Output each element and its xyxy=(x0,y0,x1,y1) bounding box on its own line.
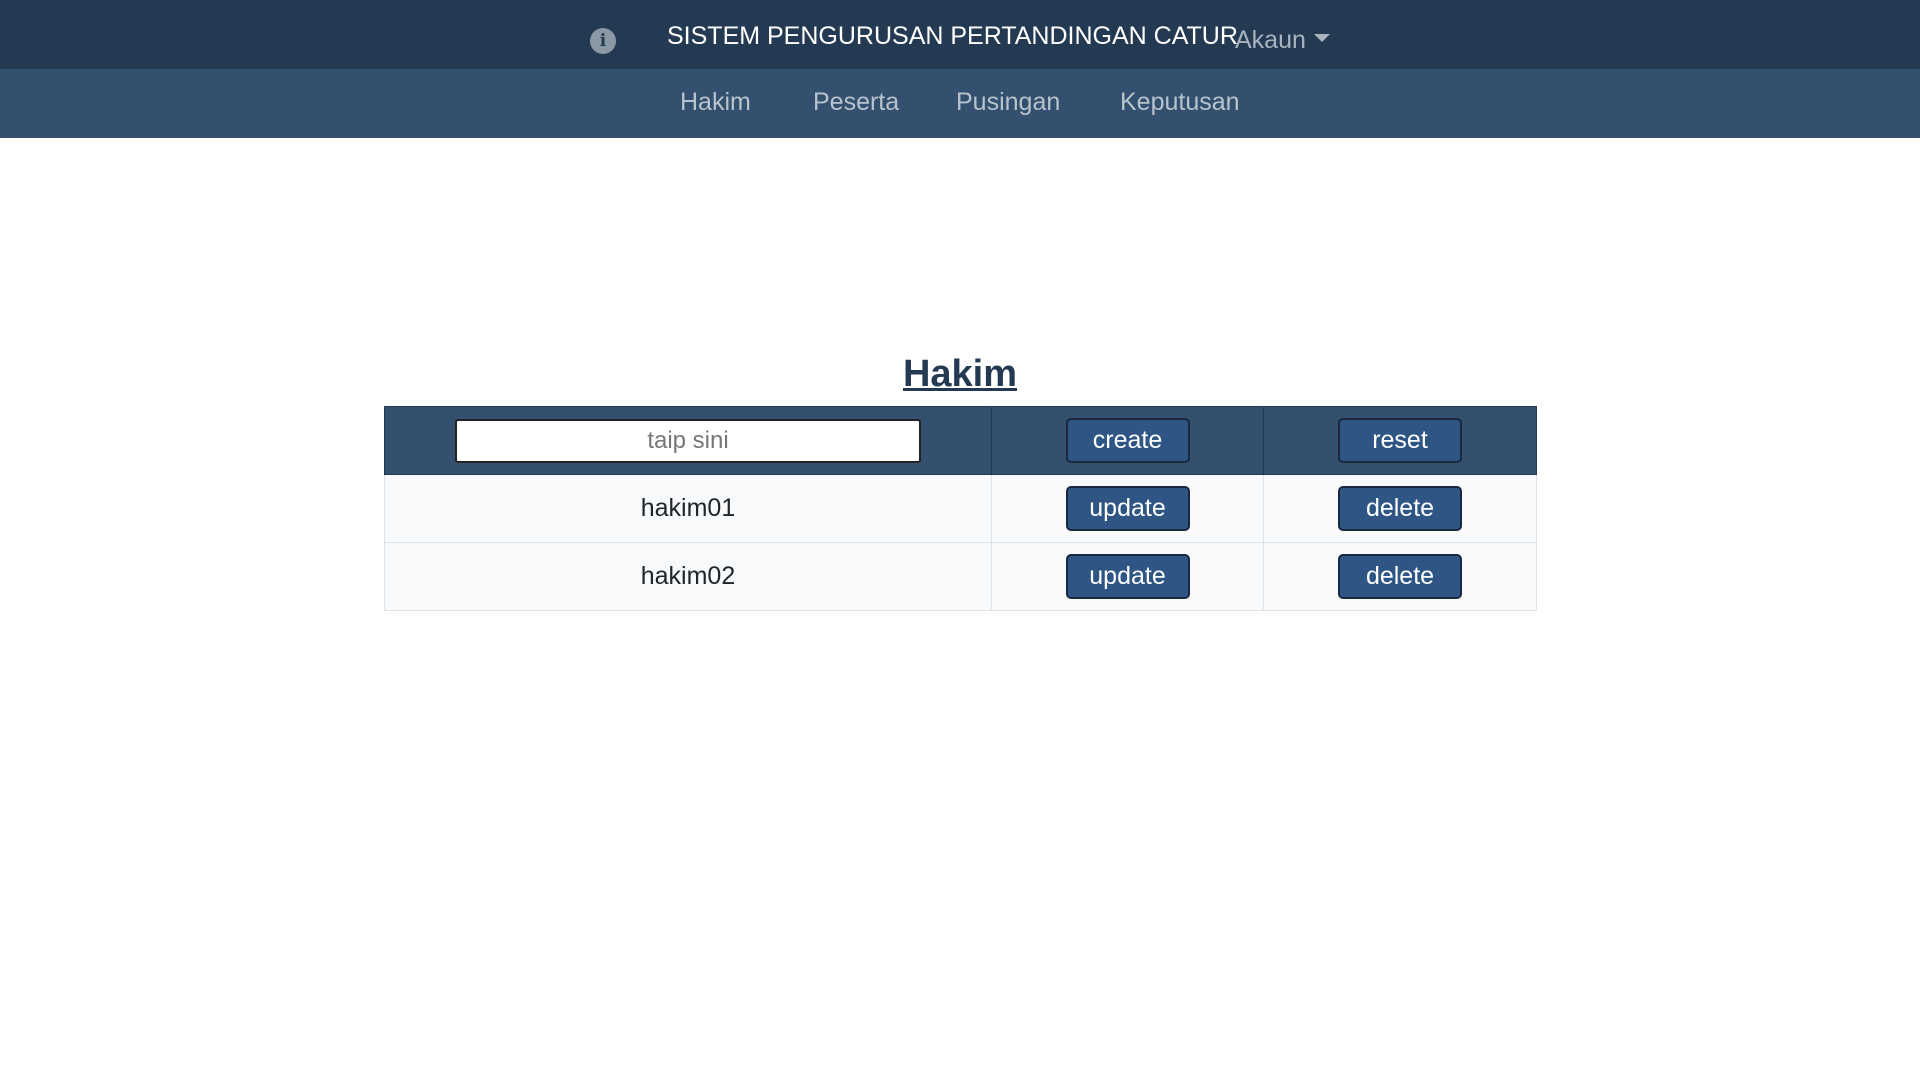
hakim-table: create reset hakim01 update delete hakim… xyxy=(384,406,1537,611)
delete-cell: delete xyxy=(1263,474,1537,543)
app-title[interactable]: SISTEM PENGURUSAN PERTANDINGAN CATUR xyxy=(667,20,1238,52)
nav-item-peserta[interactable]: Peserta xyxy=(813,86,899,118)
reset-button[interactable]: reset xyxy=(1338,418,1462,463)
info-circle-icon[interactable]: i xyxy=(590,28,616,54)
delete-cell: delete xyxy=(1263,542,1537,611)
update-button[interactable]: update xyxy=(1065,486,1190,531)
reset-cell: reset xyxy=(1263,406,1537,475)
nav-item-pusingan[interactable]: Pusingan xyxy=(956,86,1060,118)
create-cell: create xyxy=(991,406,1264,475)
row-name: hakim02 xyxy=(384,542,992,611)
delete-button[interactable]: delete xyxy=(1338,554,1462,599)
page-title: Hakim xyxy=(902,353,1018,395)
delete-button[interactable]: delete xyxy=(1338,486,1462,531)
update-button[interactable]: update xyxy=(1065,554,1190,599)
search-input[interactable] xyxy=(455,418,921,463)
table-header-row: create reset xyxy=(384,406,1537,475)
sub-navbar: Hakim Peserta Pusingan Keputusan xyxy=(0,69,1920,138)
row-name: hakim01 xyxy=(384,474,992,543)
nav-item-keputusan[interactable]: Keputusan xyxy=(1120,86,1240,118)
create-button[interactable]: create xyxy=(1065,418,1190,463)
nav-item-hakim[interactable]: Hakim xyxy=(680,86,751,118)
search-cell xyxy=(384,406,992,475)
top-navbar: i SISTEM PENGURUSAN PERTANDINGAN CATUR A… xyxy=(0,0,1920,69)
update-cell: update xyxy=(991,474,1264,543)
update-cell: update xyxy=(991,542,1264,611)
table-row: hakim02 update delete xyxy=(384,542,1537,611)
caret-down-icon xyxy=(1313,34,1330,43)
table-row: hakim01 update delete xyxy=(384,474,1537,543)
account-label: Akaun xyxy=(1235,26,1306,54)
account-dropdown[interactable]: Akaun xyxy=(1235,24,1330,56)
